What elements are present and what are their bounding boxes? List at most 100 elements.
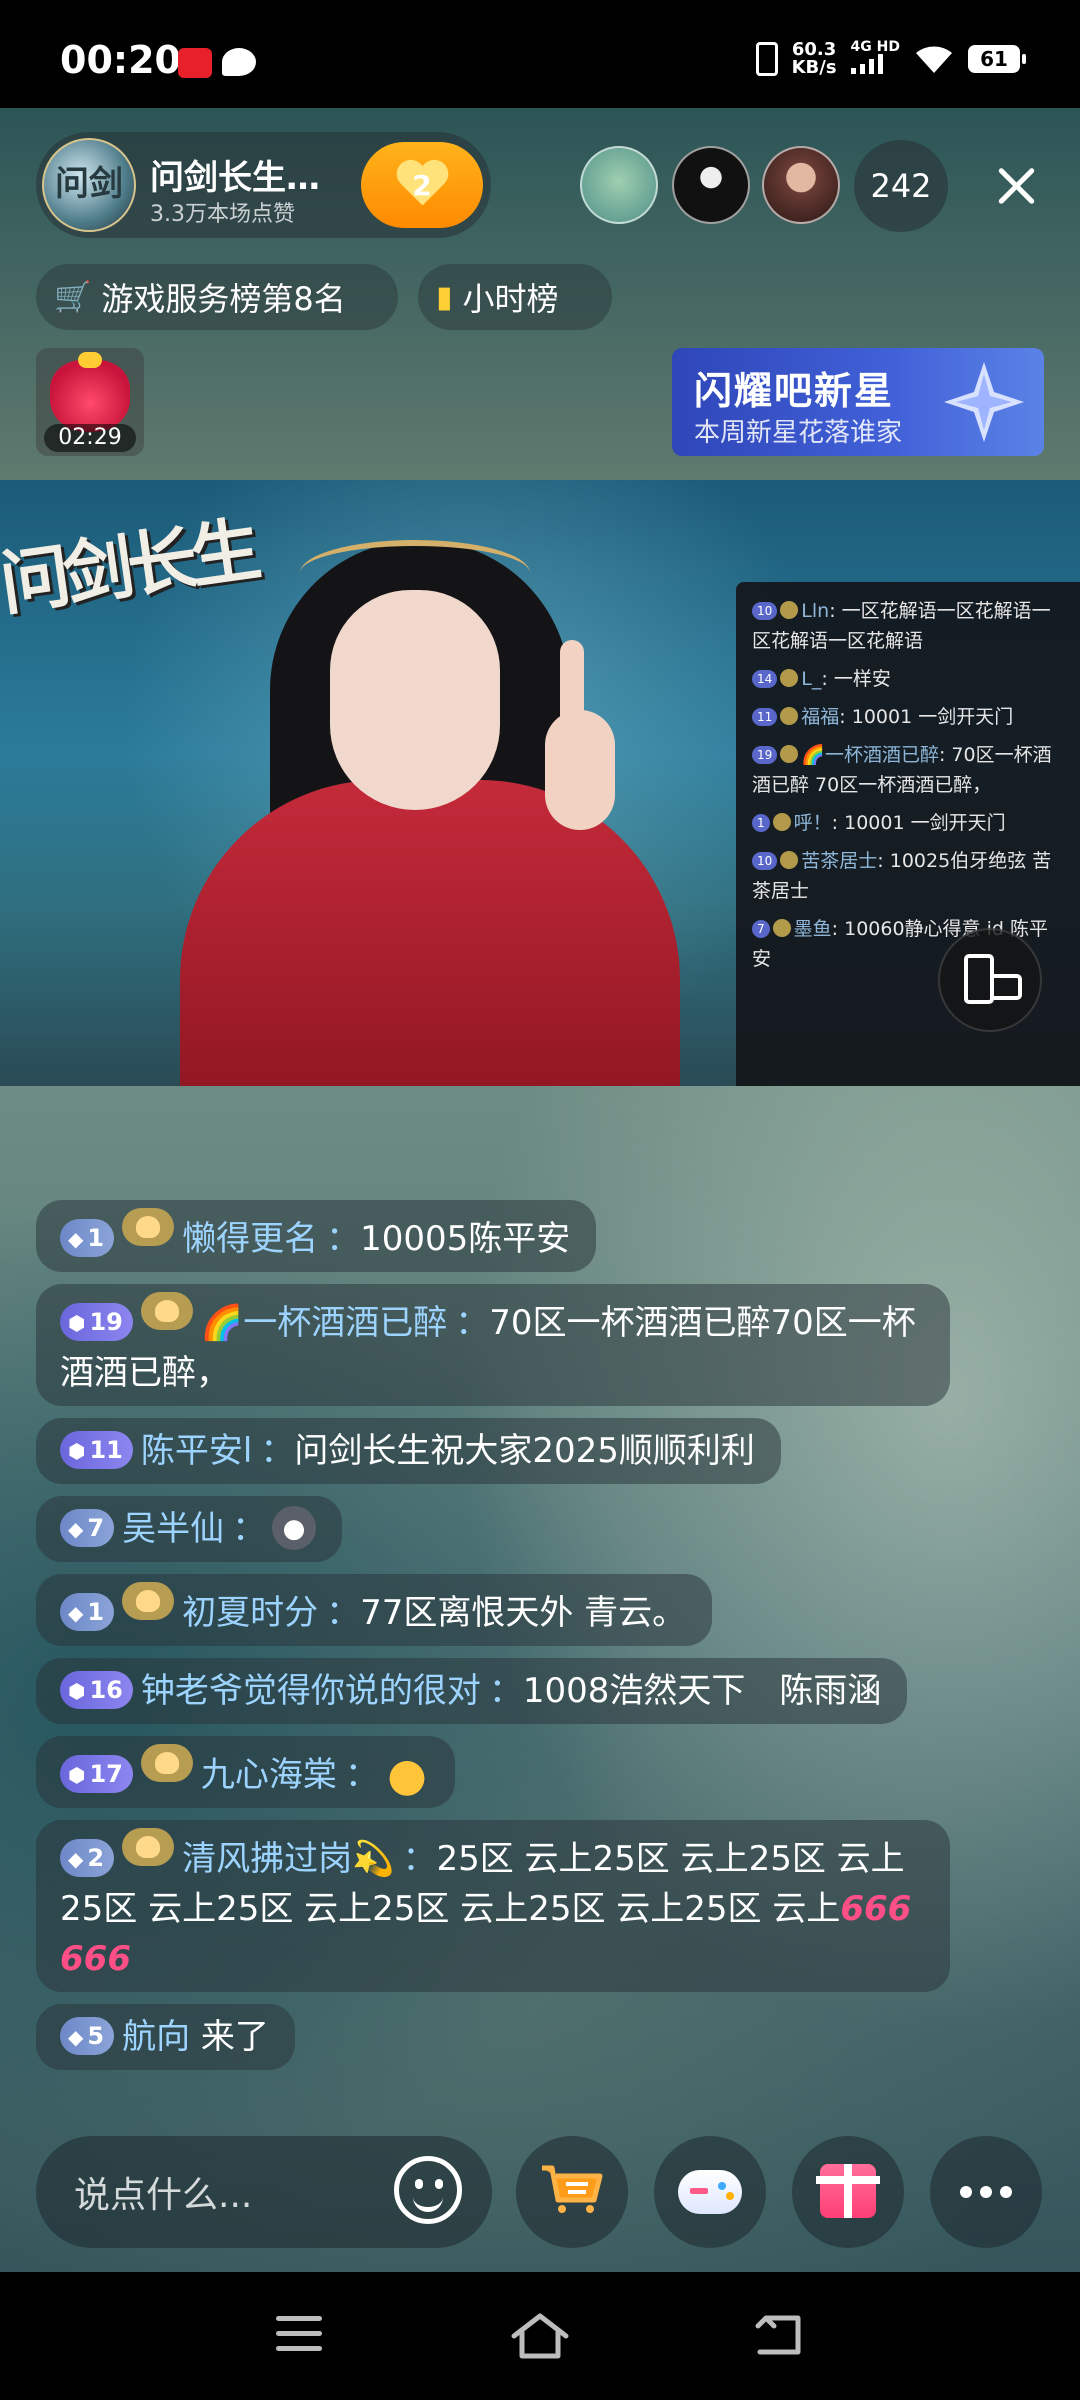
live-video[interactable]: 问剑长生 10 Lln: 一区花解语一区花解语一区花解语一区花解语 14 L_: 一… xyxy=(0,480,1080,1086)
chat-message[interactable]: ⬢ 17 九心海棠： xyxy=(36,1736,455,1808)
net-speed-unit: KB/s xyxy=(791,56,837,78)
hexagon-icon: ⬢ xyxy=(68,1763,86,1787)
chat-username[interactable]: 吴半仙 xyxy=(122,1509,224,1549)
overlay-text: 10001 一剑开天门 xyxy=(844,812,1006,834)
signal-icon xyxy=(850,54,883,74)
chat-message[interactable]: ⬢ 11 陈平安l ：问剑长生祝大家2025顺顺利利 xyxy=(36,1418,781,1484)
chat-username[interactable]: 🌈一杯酒酒已醉 xyxy=(201,1303,447,1343)
chat-username[interactable]: 陈平安l xyxy=(141,1431,252,1471)
chat-message[interactable]: ◆ 1 懒得更名 ：10005陈平安 xyxy=(36,1200,597,1272)
host-name[interactable]: 问剑长生… xyxy=(150,150,340,199)
diamond-icon: ◆ xyxy=(68,2025,84,2049)
gift-button[interactable] xyxy=(792,2136,904,2248)
level-badge: ⬢ 16 xyxy=(60,1671,133,1709)
overlay-username: 🌈一杯酒酒已醉 xyxy=(801,744,939,766)
chat-message[interactable]: ◆ 1 初夏时分 ：77区离恨天外 青云。 xyxy=(36,1574,713,1646)
rotate-screen-button[interactable] xyxy=(938,928,1042,1032)
level-number: 17 xyxy=(89,1760,123,1788)
level-badge: ◆ 7 xyxy=(60,1509,115,1547)
overlay-username: 墨鱼 xyxy=(793,918,832,940)
viewer-avatar[interactable] xyxy=(580,146,658,224)
cart-icon: 🛒 xyxy=(54,279,92,315)
network-type: 4G HD xyxy=(850,40,900,77)
host-avatar[interactable]: 问剑 xyxy=(42,138,136,232)
medal-emoji-icon xyxy=(384,1752,429,1796)
chat-text: 来了 xyxy=(200,2017,269,2057)
close-icon[interactable] xyxy=(988,158,1044,214)
wifi-icon xyxy=(916,45,952,73)
game-button[interactable] xyxy=(654,2136,766,2248)
level-badge: ◆ 2 xyxy=(60,1839,115,1877)
chat-message[interactable]: ⬢ 19 🌈一杯酒酒已醉 ：70区一杯酒酒已醉70区一杯酒酒已醉， xyxy=(36,1284,950,1406)
viewer-count[interactable]: 242 xyxy=(854,140,948,232)
fan-badge-icon xyxy=(122,1828,175,1866)
comment-placeholder: 说点什么... xyxy=(74,2175,253,2216)
status-right: 60.3 KB/s 4G HD 61 xyxy=(755,40,1026,78)
chat-username[interactable]: 航向 xyxy=(122,2017,190,2057)
level-number: 16 xyxy=(89,1676,123,1704)
overlay-chat-item: 1 呼！: 10001 一剑开天门 xyxy=(752,808,1066,838)
fan-badge-icon xyxy=(780,669,799,687)
overlay-username: L_ xyxy=(801,668,822,690)
diamond-icon: ◆ xyxy=(68,1847,84,1871)
host-card[interactable]: 问剑 问剑长生… 3.3万本场点赞 2 xyxy=(36,132,491,238)
follow-button[interactable]: 2 xyxy=(361,142,483,228)
rank-pill[interactable]: 🛒 游戏服务榜第8名 xyxy=(36,264,398,330)
emoji-smile-icon[interactable] xyxy=(394,2156,462,2224)
red-packet-timer: 02:29 xyxy=(44,424,136,452)
hexagon-icon: ⬢ xyxy=(68,1439,86,1463)
chat-text: 1008浩然天下 陈雨涵 xyxy=(522,1671,882,1711)
level-badge: 19 xyxy=(752,746,778,764)
host-likes: 3.3万本场点赞 xyxy=(150,202,295,227)
fan-badge-icon xyxy=(780,601,799,619)
level-number: 11 xyxy=(89,1436,123,1464)
chat-list: ◆ 1 懒得更名 ：10005陈平安 ⬢ 19 🌈一杯酒酒已醉 ：70区一杯酒酒已醉70区一… xyxy=(36,1200,956,2082)
chat-message[interactable]: ◆ 5 航向 来了 xyxy=(36,2004,295,2070)
promo-banner[interactable]: 闪耀吧新星 本周新星花落谁家 xyxy=(672,348,1044,456)
message-icon xyxy=(222,48,256,76)
level-number: 2 xyxy=(87,1844,105,1872)
star-crystal-icon xyxy=(944,362,1024,442)
fan-badge-icon xyxy=(140,1292,193,1330)
level-number: 5 xyxy=(87,2022,105,2050)
shop-button[interactable] xyxy=(516,2136,628,2248)
app-notification-icon xyxy=(178,48,212,78)
chat-separator: ： xyxy=(344,1755,379,1795)
hourly-rank-pill[interactable]: ▮ 小时榜 xyxy=(418,264,612,330)
bar-chart-icon: ▮ xyxy=(436,279,453,315)
chat-message[interactable]: ◆ 2 清风拂过岗💫 ：25区 云上25区 云上25区 云上25区 云上25区 云上2… xyxy=(36,1820,950,1992)
more-button[interactable] xyxy=(930,2136,1042,2248)
comment-input[interactable]: 说点什么... xyxy=(36,2136,492,2248)
viewer-avatar[interactable] xyxy=(672,146,750,224)
chat-separator: ： xyxy=(326,1593,361,1633)
streamer-face xyxy=(330,590,500,810)
recent-apps-icon[interactable] xyxy=(276,2316,322,2352)
streamer-hand xyxy=(545,710,615,830)
level-number: 19 xyxy=(89,1308,123,1336)
chat-username[interactable]: 懒得更名 xyxy=(182,1219,318,1259)
vibrate-icon xyxy=(755,41,778,76)
chat-username[interactable]: 初夏时分 xyxy=(182,1593,318,1633)
chat-message[interactable]: ⬢ 16 钟老爷觉得你说的很对 ：1008浩然天下 陈雨涵 xyxy=(36,1658,908,1724)
rank-label: 游戏服务榜第8名 xyxy=(101,280,346,318)
back-icon[interactable] xyxy=(752,2312,808,2358)
level-number: 7 xyxy=(87,1514,105,1542)
heart-icon: 2 xyxy=(395,161,449,209)
diamond-icon: ◆ xyxy=(68,1227,84,1251)
streamer-dress xyxy=(180,780,680,1086)
chat-separator: ： xyxy=(455,1303,490,1343)
chat-separator: ： xyxy=(402,1839,437,1879)
chat-username[interactable]: 钟老爷觉得你说的很对 xyxy=(141,1671,481,1711)
chat-username[interactable]: 九心海棠 xyxy=(201,1755,337,1795)
chat-separator: ： xyxy=(488,1671,523,1711)
lucky-bag-icon xyxy=(50,352,130,432)
chat-separator: ： xyxy=(260,1431,295,1471)
home-icon[interactable] xyxy=(510,2312,570,2360)
chat-username[interactable]: 清风拂过岗💫 xyxy=(182,1839,394,1879)
chat-message[interactable]: ◆ 7 吴半仙： xyxy=(36,1496,343,1562)
level-number: 1 xyxy=(87,1598,105,1626)
viewer-avatar[interactable] xyxy=(762,146,840,224)
level-badge: 10 xyxy=(752,602,778,620)
overlay-username: Lln xyxy=(801,600,830,622)
red-packet[interactable]: 02:29 xyxy=(36,348,144,456)
